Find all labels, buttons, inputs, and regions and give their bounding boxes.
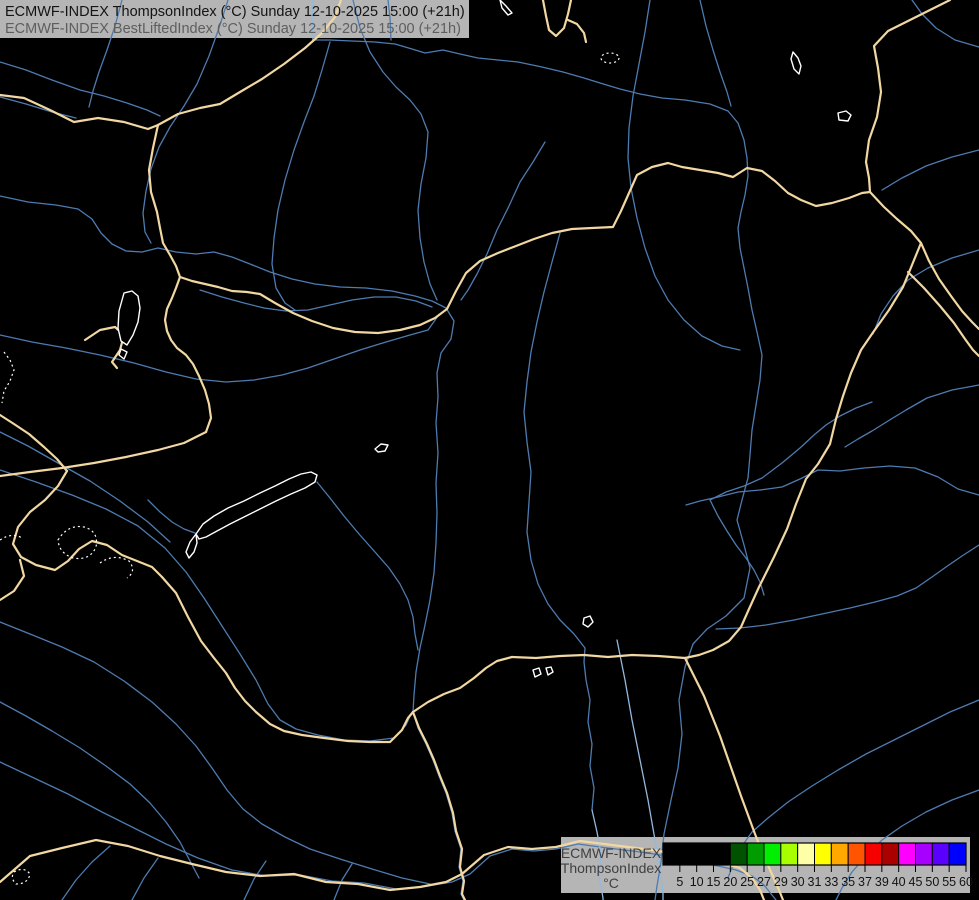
colorbar-tick-label: 5 (676, 875, 683, 889)
colorbar-cell (663, 843, 680, 865)
map-background (0, 0, 979, 900)
colorbar-tick-label: 40 (892, 875, 906, 889)
colorbar-cell (932, 843, 949, 865)
colorbar-tick-label: 20 (723, 875, 737, 889)
legend-unit-label: °C (603, 875, 619, 891)
colorbar-cell (865, 843, 882, 865)
colorbar-cell (781, 843, 798, 865)
colorbar-cell (764, 843, 781, 865)
colorbar-tick-label: 10 (690, 875, 704, 889)
colorbar-tick-label: 25 (740, 875, 754, 889)
colorbar-cell (831, 843, 848, 865)
colorbar-tick-label: 60 (959, 875, 973, 889)
map-canvas: ECMWF-INDEX ThompsonIndex (°C) Sunday 12… (0, 0, 979, 900)
colorbar-cell (747, 843, 764, 865)
weather-map-screenshot: ECMWF-INDEX ThompsonIndex (°C) Sunday 12… (0, 0, 979, 900)
colorbar-cell (730, 843, 747, 865)
colorbar-cell (848, 843, 865, 865)
colorbar-tick-label: 31 (808, 875, 822, 889)
colorbar-tick-label: 27 (757, 875, 771, 889)
header-title-line2: ECMWF-INDEX BestLiftedIndex (°C) Sunday … (5, 21, 461, 37)
colorbar-cell (798, 843, 815, 865)
colorbar-tick-label: 15 (707, 875, 721, 889)
legend-parameter-label: ThompsonIndex (561, 860, 661, 876)
colorbar-cell (916, 843, 933, 865)
colorbar-cell (882, 843, 899, 865)
colorbar-cell (697, 843, 714, 865)
colorbar-tick-label: 30 (791, 875, 805, 889)
colorbar-tick-label: 39 (875, 875, 889, 889)
colorbar-tick-label: 45 (909, 875, 923, 889)
colorbar-tick-label: 29 (774, 875, 788, 889)
colorbar-tick-label: 50 (925, 875, 939, 889)
colorbar-cell (949, 843, 966, 865)
legend-product-label: ECMWF-INDEX (561, 845, 662, 861)
colorbar-tick-label: 35 (841, 875, 855, 889)
colorbar-tick-label: 33 (824, 875, 838, 889)
colorbar-cell (815, 843, 832, 865)
colorbar-cell (899, 843, 916, 865)
colorbar-tick-label: 37 (858, 875, 872, 889)
colorbar-cell (680, 843, 697, 865)
header-title-line1: ECMWF-INDEX ThompsonIndex (°C) Sunday 12… (5, 4, 465, 20)
colorbar-tick-label: 55 (942, 875, 956, 889)
header-text-group: ECMWF-INDEX ThompsonIndex (°C) Sunday 12… (5, 4, 465, 37)
colorbar-cell (714, 843, 731, 865)
colorbar (663, 843, 966, 865)
